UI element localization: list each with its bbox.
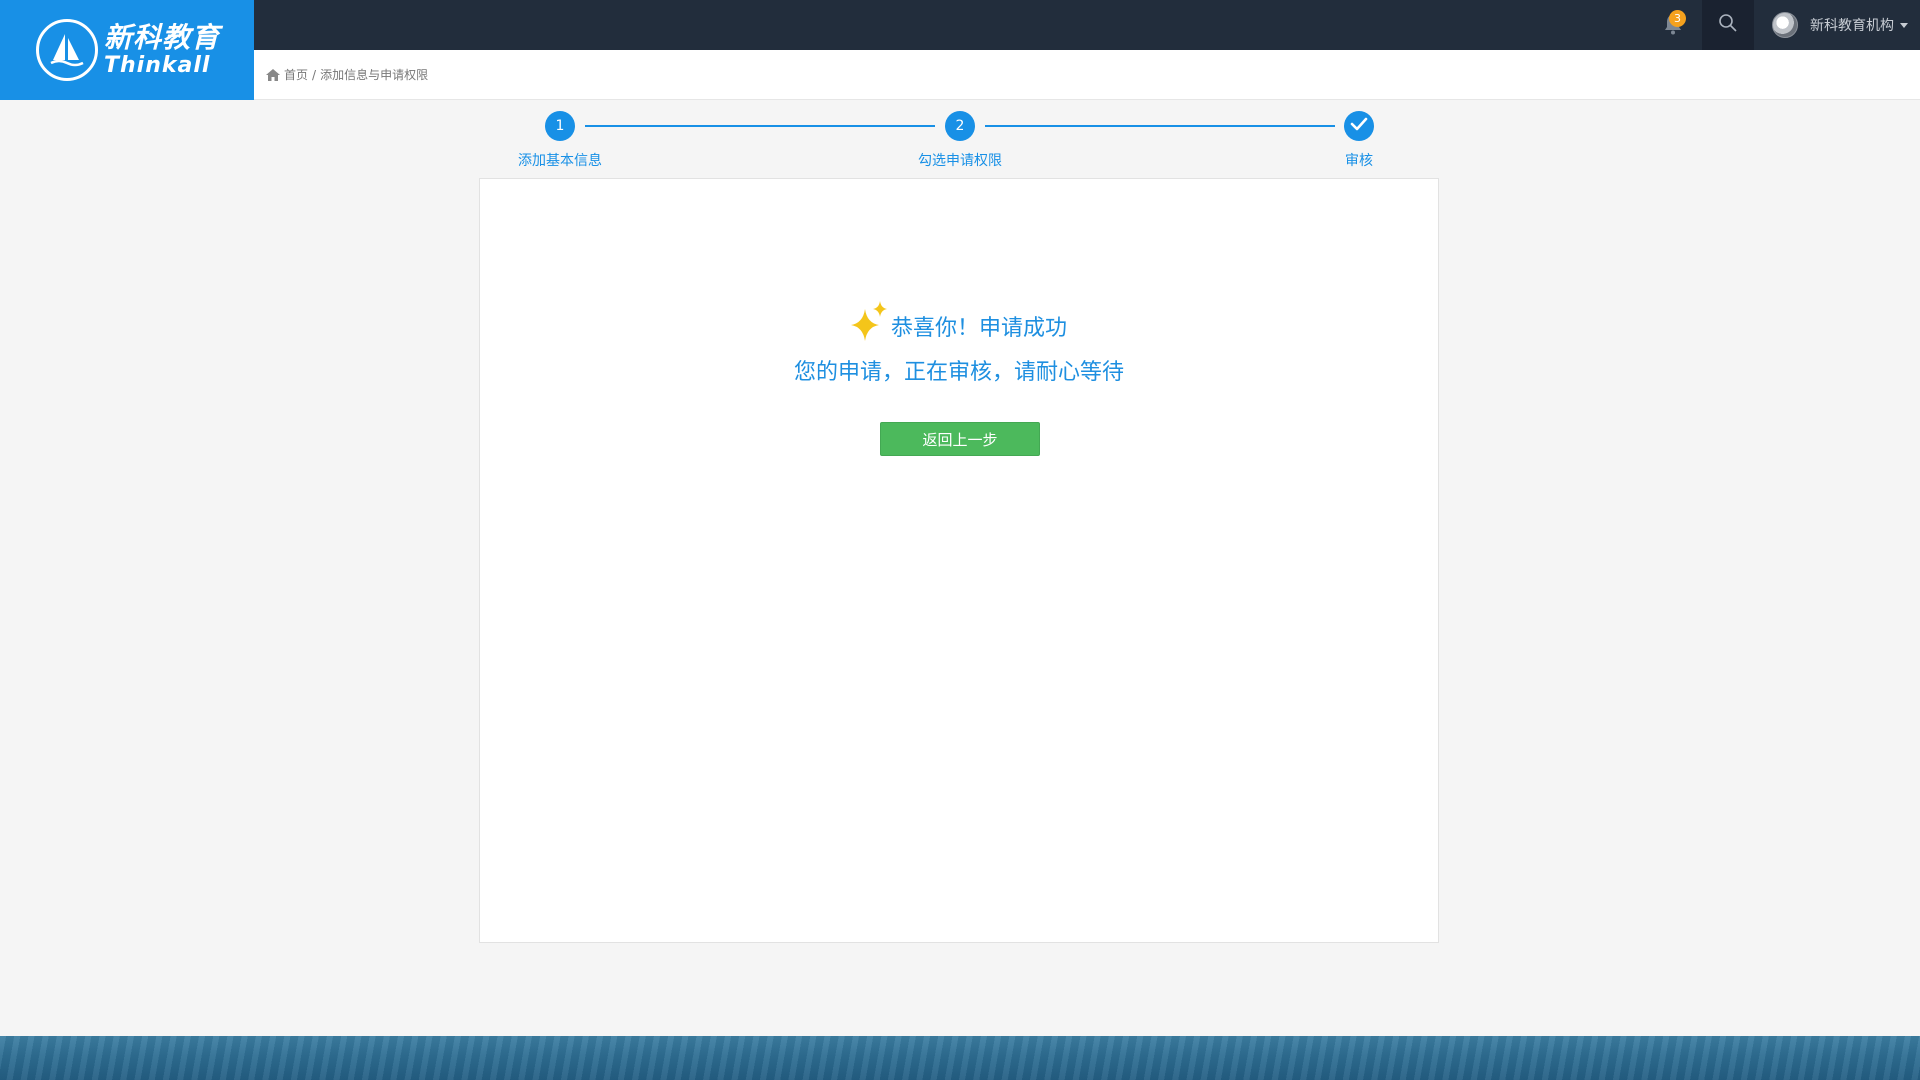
step-1-label: 添加基本信息 (518, 153, 602, 169)
footer-sea-banner (0, 1036, 1920, 1080)
step-2-label: 勾选申请权限 (918, 153, 1002, 169)
step-connector (985, 125, 1335, 127)
step-1-marker: 1 (545, 111, 575, 141)
check-icon (1350, 117, 1368, 135)
step-3-marker (1344, 111, 1374, 141)
step-connector (585, 125, 935, 127)
status-message: 您的申请，正在审核，请耐心等待 (793, 360, 1124, 385)
back-button[interactable]: 返回上一步 (880, 422, 1040, 456)
step-3-label: 审核 (1345, 153, 1373, 169)
success-title-row: 恭喜你！申请成功 (480, 301, 1438, 347)
progress-steps: 1 添加基本信息 2 勾选申请权限 审核 (0, 0, 1920, 180)
result-card: 恭喜你！申请成功 您的申请，正在审核，请耐心等待 返回上一步 (479, 178, 1439, 943)
sparkle-icon (850, 301, 889, 347)
step-2-marker: 2 (945, 111, 975, 141)
success-title: 恭喜你！申请成功 (890, 316, 1067, 341)
